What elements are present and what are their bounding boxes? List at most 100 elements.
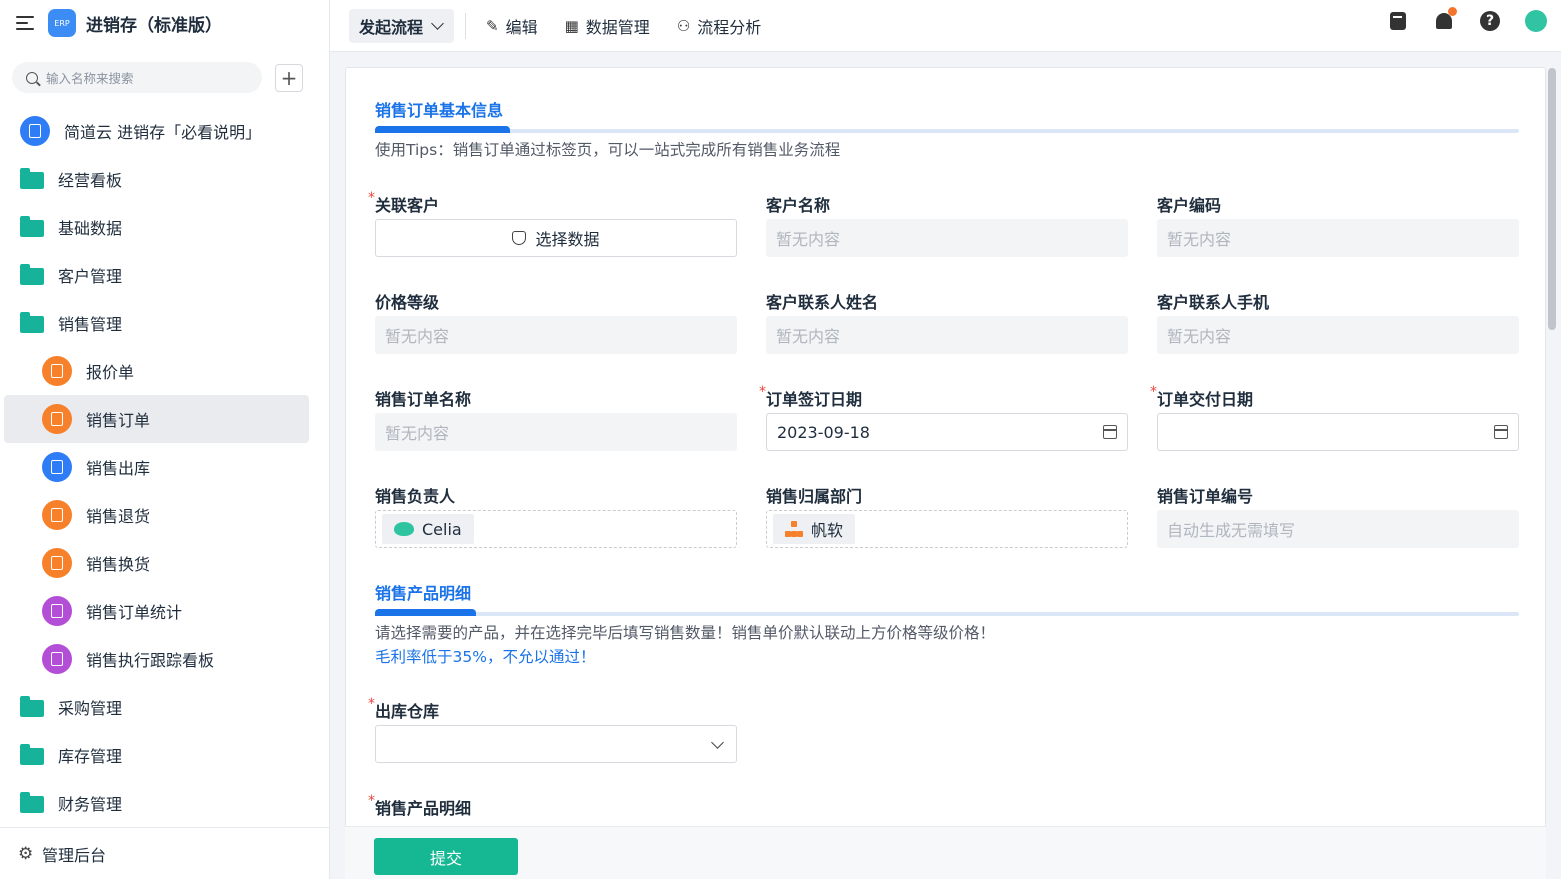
sidebar-item-label: 销售订单统计 [86, 603, 183, 622]
sidebar-item-customers[interactable]: 客户管理 [4, 251, 309, 299]
sidebar-item-sales-outbound[interactable]: 销售出库 [4, 443, 309, 491]
org-chart-icon [785, 521, 803, 537]
table-icon: ▦ [564, 16, 579, 35]
sidebar-item-guide[interactable]: 简道云 进销存「必看说明」 [4, 107, 309, 155]
topbar-actions: ? [1363, 7, 1547, 32]
field-label-contact-name: 客户联系人姓名 [766, 293, 879, 312]
sidebar-item-label: 销售管理 [58, 315, 123, 334]
search-icon [26, 71, 38, 84]
order-name-field: 暂无内容 [375, 413, 737, 451]
field-label-order-no: 销售订单编号 [1157, 487, 1254, 506]
sidebar-item-inventory[interactable]: 库存管理 [4, 731, 309, 779]
sidebar-item-label: 库存管理 [58, 747, 123, 766]
field-label-warehouse: * 出库仓库 [368, 696, 440, 721]
sidebar: ERP 进销存（标准版） 输入名称来搜索 + 简道云 进销存「必看说明」 经营看… [0, 0, 330, 879]
sidebar-item-basic-data[interactable]: 基础数据 [4, 203, 309, 251]
document-icon [20, 116, 50, 146]
sidebar-item-sales-exchange[interactable]: 销售换货 [4, 539, 309, 587]
sidebar-item-purchase[interactable]: 采购管理 [4, 683, 309, 731]
sidebar-item-tracking-board[interactable]: 销售执行跟踪看板 [4, 635, 309, 683]
sidebar-item-label: 销售出库 [86, 459, 151, 478]
delivery-date-field[interactable] [1157, 413, 1519, 451]
form-icon [42, 500, 72, 530]
form-icon [42, 404, 72, 434]
book-icon [1390, 12, 1406, 30]
scrollbar[interactable] [1548, 68, 1556, 330]
flow-analysis-button[interactable]: ⚇ 流程分析 [677, 14, 761, 38]
field-label-owner: 销售负责人 [375, 487, 456, 506]
sidebar-item-label: 销售换货 [86, 555, 151, 574]
department-field[interactable]: 帆软 [766, 510, 1128, 548]
sidebar-header: ERP 进销存（标准版） [0, 0, 329, 46]
sidebar-item-label: 财务管理 [58, 795, 123, 814]
dashboard-icon [42, 596, 72, 626]
owner-field[interactable]: Celia [375, 510, 737, 548]
help-button[interactable]: ? [1479, 10, 1501, 32]
select-data-icon [512, 231, 527, 245]
edit-button[interactable]: ✎ 编辑 [486, 14, 538, 38]
form-footer [345, 826, 1546, 879]
document-icon [42, 452, 72, 482]
order-no-field: 自动生成无需填写 [1157, 510, 1519, 548]
user-avatar[interactable] [1525, 10, 1547, 32]
submit-button[interactable]: 提交 [374, 838, 518, 875]
calendar-icon [1494, 425, 1508, 439]
search-input[interactable]: 输入名称来搜索 [12, 62, 262, 93]
sidebar-item-label: 销售执行跟踪看板 [86, 651, 215, 670]
add-button[interactable]: + [275, 63, 303, 92]
sidebar-item-order-stats[interactable]: 销售订单统计 [4, 587, 309, 635]
admin-label: 管理后台 [42, 845, 107, 865]
app-logo: ERP [48, 9, 76, 37]
sign-date-field[interactable]: 2023-09-18 [766, 413, 1128, 451]
customer-code-field: 暂无内容 [1157, 219, 1519, 257]
sidebar-item-dashboard[interactable]: 经营看板 [4, 155, 309, 203]
sidebar-item-sales[interactable]: 销售管理 [4, 299, 309, 347]
field-label-customer-code: 客户编码 [1157, 196, 1222, 215]
user-tag: Celia [382, 514, 474, 544]
sidebar-item-label: 采购管理 [58, 699, 123, 718]
menu-icon[interactable] [16, 16, 34, 30]
field-label-order-name: 销售订单名称 [375, 390, 472, 409]
chevron-down-icon [431, 16, 444, 30]
folder-icon [20, 168, 44, 189]
contact-name-field: 暂无内容 [766, 316, 1128, 354]
section-title-basic: 销售订单基本信息 [375, 101, 504, 120]
department-tag: 帆软 [773, 514, 856, 544]
app-title: 进销存（标准版） [86, 15, 222, 36]
notifications-button[interactable] [1433, 7, 1457, 32]
question-icon: ? [1480, 11, 1500, 31]
section-divider [375, 126, 1519, 133]
sidebar-item-label: 报价单 [86, 363, 135, 382]
bell-icon [1436, 7, 1457, 29]
select-customer-button[interactable]: 选择数据 [375, 219, 737, 257]
notification-dot [1448, 7, 1457, 16]
folder-icon [20, 696, 44, 717]
margin-warning: 毛利率低于35%，不允以通过！ [375, 648, 596, 666]
contact-phone-field: 暂无内容 [1157, 316, 1519, 354]
field-label-customer-name: 客户名称 [766, 196, 831, 215]
divider [465, 12, 467, 39]
form-icon [42, 356, 72, 386]
admin-console-link[interactable]: ⚙ 管理后台 [0, 827, 329, 879]
avatar [1525, 10, 1547, 32]
sidebar-item-sales-return[interactable]: 销售退货 [4, 491, 309, 539]
sidebar-item-finance[interactable]: 财务管理 [4, 779, 309, 827]
start-flow-button[interactable]: 发起流程 [349, 8, 455, 43]
topbar: 发起流程 ✎ 编辑 ▦ 数据管理 ⚇ 流程分析 ? [330, 0, 1561, 52]
section-divider [375, 609, 1519, 616]
customer-name-field: 暂无内容 [766, 219, 1128, 257]
sidebar-item-label: 销售订单 [86, 411, 151, 430]
help-book-button[interactable] [1387, 10, 1409, 32]
sidebar-item-quote[interactable]: 报价单 [4, 347, 309, 395]
calendar-icon [1103, 425, 1117, 439]
form-panel: 销售订单基本信息 使用Tips：销售订单通过标签页，可以一站式完成所有销售业务流… [345, 67, 1546, 879]
flow-icon: ⚇ [676, 16, 691, 35]
field-label-sign-date: * 订单签订日期 [759, 384, 863, 409]
sidebar-item-sales-order[interactable]: 销售订单 [4, 395, 309, 443]
warehouse-select[interactable] [375, 725, 737, 763]
field-label-delivery-date: * 订单交付日期 [1150, 384, 1254, 409]
sidebar-nav: 简道云 进销存「必看说明」 经营看板 基础数据 客户管理 销售管理 报价单 销售… [4, 107, 309, 827]
data-manage-button[interactable]: ▦ 数据管理 [565, 14, 650, 38]
sidebar-item-label: 客户管理 [58, 267, 123, 286]
gear-icon: ⚙ [18, 843, 34, 864]
